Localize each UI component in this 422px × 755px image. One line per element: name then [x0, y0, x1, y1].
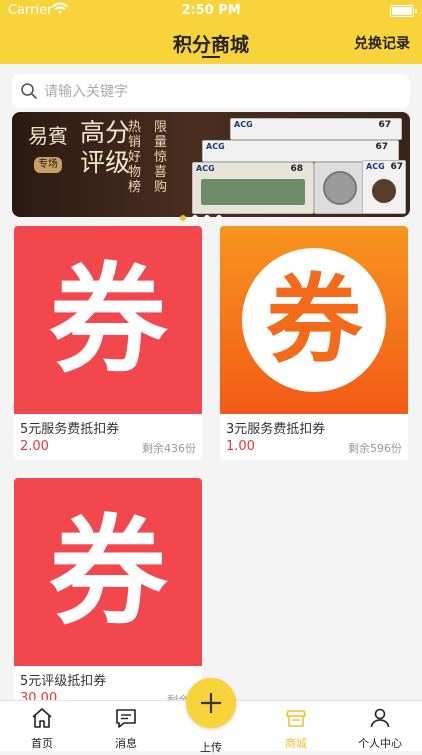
banner-dot[interactable]	[204, 215, 210, 221]
coupon-glyph: 券	[48, 251, 167, 389]
banner-certificates-image: ACG 67 ACG 67 ACG 68 ACG 67	[190, 116, 406, 214]
banner-dot[interactable]	[216, 215, 222, 221]
tab-mall[interactable]: 商城	[266, 701, 326, 751]
grading-cert: ACG 67	[230, 118, 402, 140]
tab-messages-label: 消息	[115, 737, 137, 750]
grading-cert: ACG 67	[202, 140, 399, 162]
coupon-image: 券	[220, 226, 408, 414]
product-stock: 剩余436份	[142, 442, 196, 455]
shop-icon	[286, 710, 306, 727]
status-bar: Carrier 2:50 PM	[0, 0, 422, 22]
product-card[interactable]: 券 5元服务费抵扣券 2.00 剩余436份	[14, 226, 202, 460]
grading-cert: ACG 67	[362, 160, 406, 214]
exchange-record-button[interactable]: 兑换记录	[354, 33, 410, 53]
product-price: 2.00	[20, 439, 49, 454]
coupon-image: 券	[14, 226, 202, 414]
product-name: 5元服务费抵扣券	[20, 422, 120, 437]
tab-mall-label: 商城	[285, 737, 307, 750]
upload-button[interactable]	[186, 678, 236, 728]
header-bar: Carrier 2:50 PM 积分商城 兑换记录	[0, 0, 422, 64]
banner-logo: 易賓 专场	[24, 124, 72, 204]
banner-tag-hot: 热销好物榜	[128, 120, 142, 195]
coupon-glyph: 券	[266, 264, 362, 376]
search-icon	[20, 82, 38, 104]
clock: 2:50 PM	[181, 3, 241, 18]
search-input[interactable]	[42, 74, 406, 110]
tab-messages[interactable]: 消息	[96, 701, 156, 751]
product-name: 5元评级抵扣券	[20, 674, 107, 689]
coupon-glyph: 券	[48, 503, 167, 641]
banner-pagination	[180, 206, 228, 225]
banner-dot[interactable]	[192, 215, 198, 221]
banner-dot[interactable]	[180, 215, 186, 221]
product-price: 1.00	[226, 439, 255, 454]
banner-stamp: 专场	[34, 157, 62, 173]
banner-tag-limited: 限量惊喜购	[154, 120, 168, 195]
product-name: 3元服务费抵扣券	[226, 422, 326, 437]
upload-label: 上传	[200, 741, 222, 754]
product-stock: 剩余596份	[348, 442, 402, 455]
title-underline	[202, 56, 220, 58]
plus-icon	[201, 693, 221, 713]
battery-icon	[390, 5, 417, 17]
tab-home[interactable]: 首页	[12, 701, 72, 751]
search-bar[interactable]	[12, 74, 410, 110]
coupon-image: 券	[14, 478, 202, 666]
home-icon	[32, 708, 52, 728]
product-card[interactable]: 券 5元评级抵扣券 30.00 剩余0	[14, 478, 202, 712]
coin-slab	[314, 162, 366, 214]
tab-profile[interactable]: 个人中心	[350, 701, 410, 751]
product-card[interactable]: 券 3元服务费抵扣券 1.00 剩余596份	[220, 226, 408, 460]
message-icon	[116, 709, 136, 728]
user-icon	[370, 708, 390, 728]
tab-home-label: 首页	[31, 737, 53, 750]
promo-banner[interactable]: 易賓 专场 高分评级 热销好物榜 限量惊喜购 ACG 67 ACG 67 ACG 68…	[12, 112, 410, 217]
tab-profile-label: 个人中心	[358, 737, 402, 750]
